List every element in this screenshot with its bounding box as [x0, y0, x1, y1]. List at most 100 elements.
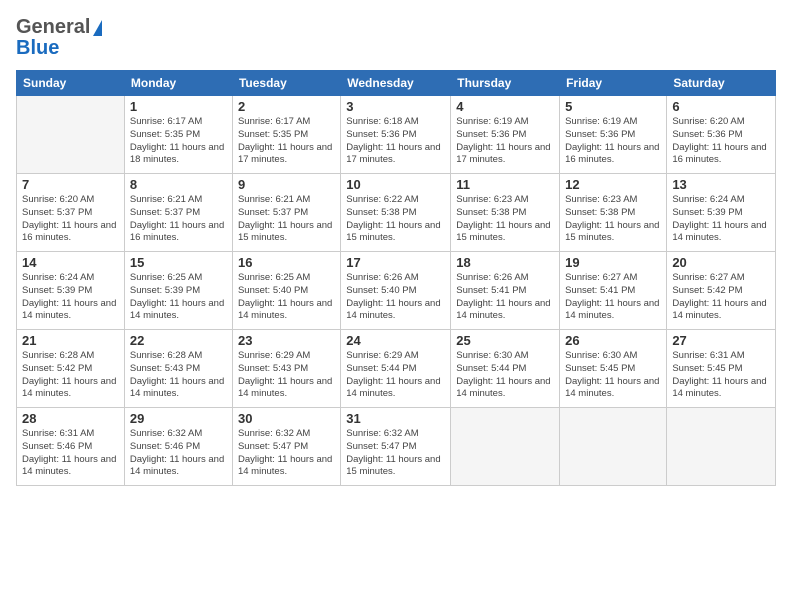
day-number: 22: [130, 333, 227, 348]
week-row-3: 14 Sunrise: 6:24 AM Sunset: 5:39 PM Dayli…: [17, 252, 776, 330]
day-info: Sunrise: 6:30 AM Sunset: 5:45 PM Dayligh…: [565, 350, 661, 401]
calendar-cell: 23Sunrise: 6:29 AM Sunset: 5:43 PM Dayli…: [232, 330, 340, 408]
day-info: Sunrise: 6:27 AM Sunset: 5:42 PM Dayligh…: [672, 272, 770, 323]
day-number: 23: [238, 333, 335, 348]
day-info: Sunrise: 6:24 AM Sunset: 5:39 PM Dayligh…: [22, 272, 119, 323]
day-info: Sunrise: 6:21 AM Sunset: 5:37 PM Dayligh…: [130, 194, 227, 245]
weekday-header-tuesday: Tuesday: [232, 71, 340, 96]
calendar-cell: 10 Sunrise: 6:22 AM Sunset: 5:38 PM Dayli…: [341, 174, 451, 252]
week-row-2: 7Sunrise: 6:20 AM Sunset: 5:37 PM Daylig…: [17, 174, 776, 252]
day-info: Sunrise: 6:25 AM Sunset: 5:40 PM Dayligh…: [238, 272, 335, 323]
day-info: Sunrise: 6:21 AM Sunset: 5:37 PM Dayligh…: [238, 194, 335, 245]
day-number: 2: [238, 99, 335, 114]
calendar-cell: 9 Sunrise: 6:21 AM Sunset: 5:37 PM Daylig…: [232, 174, 340, 252]
day-info: Sunrise: 6:32 AM Sunset: 5:46 PM Dayligh…: [130, 428, 227, 479]
calendar-cell: [451, 408, 560, 486]
day-number: 25: [456, 333, 554, 348]
header: General Blue: [16, 16, 776, 60]
calendar-cell: 5Sunrise: 6:19 AM Sunset: 5:36 PM Daylig…: [560, 96, 667, 174]
day-info: Sunrise: 6:32 AM Sunset: 5:47 PM Dayligh…: [346, 428, 445, 479]
calendar-cell: [667, 408, 776, 486]
day-info: Sunrise: 6:31 AM Sunset: 5:46 PM Dayligh…: [22, 428, 119, 479]
day-number: 10: [346, 177, 445, 192]
day-info: Sunrise: 6:25 AM Sunset: 5:39 PM Dayligh…: [130, 272, 227, 323]
logo-general-text: General: [16, 16, 90, 39]
day-number: 21: [22, 333, 119, 348]
day-number: 6: [672, 99, 770, 114]
day-info: Sunrise: 6:32 AM Sunset: 5:47 PM Dayligh…: [238, 428, 335, 479]
calendar-cell: 27 Sunrise: 6:31 AM Sunset: 5:45 PM Dayli…: [667, 330, 776, 408]
day-number: 31: [346, 411, 445, 426]
day-number: 16: [238, 255, 335, 270]
day-number: 17: [346, 255, 445, 270]
calendar-cell: 28Sunrise: 6:31 AM Sunset: 5:46 PM Dayli…: [17, 408, 125, 486]
day-number: 8: [130, 177, 227, 192]
calendar-cell: 26 Sunrise: 6:30 AM Sunset: 5:45 PM Dayli…: [560, 330, 667, 408]
week-row-5: 28Sunrise: 6:31 AM Sunset: 5:46 PM Dayli…: [17, 408, 776, 486]
calendar-cell: 11Sunrise: 6:23 AM Sunset: 5:38 PM Dayli…: [451, 174, 560, 252]
day-number: 18: [456, 255, 554, 270]
day-number: 3: [346, 99, 445, 114]
calendar-cell: 6 Sunrise: 6:20 AM Sunset: 5:36 PM Daylig…: [667, 96, 776, 174]
day-number: 24: [346, 333, 445, 348]
day-number: 26: [565, 333, 661, 348]
calendar-container: General Blue SundayMondayTuesdayWednesda…: [0, 0, 792, 612]
day-info: Sunrise: 6:26 AM Sunset: 5:41 PM Dayligh…: [456, 272, 554, 323]
calendar-cell: 14 Sunrise: 6:24 AM Sunset: 5:39 PM Dayli…: [17, 252, 125, 330]
calendar-cell: 16 Sunrise: 6:25 AM Sunset: 5:40 PM Dayli…: [232, 252, 340, 330]
day-info: Sunrise: 6:18 AM Sunset: 5:36 PM Dayligh…: [346, 116, 445, 167]
weekday-header-row: SundayMondayTuesdayWednesdayThursdayFrid…: [17, 71, 776, 96]
day-number: 12: [565, 177, 661, 192]
calendar-cell: 19 Sunrise: 6:27 AM Sunset: 5:41 PM Dayli…: [560, 252, 667, 330]
calendar-cell: 31 Sunrise: 6:32 AM Sunset: 5:47 PM Dayli…: [341, 408, 451, 486]
day-info: Sunrise: 6:31 AM Sunset: 5:45 PM Dayligh…: [672, 350, 770, 401]
calendar-cell: 24 Sunrise: 6:29 AM Sunset: 5:44 PM Dayli…: [341, 330, 451, 408]
calendar-cell: 1 Sunrise: 6:17 AM Sunset: 5:35 PM Daylig…: [124, 96, 232, 174]
day-info: Sunrise: 6:29 AM Sunset: 5:44 PM Dayligh…: [346, 350, 445, 401]
weekday-header-saturday: Saturday: [667, 71, 776, 96]
day-info: Sunrise: 6:26 AM Sunset: 5:40 PM Dayligh…: [346, 272, 445, 323]
calendar-cell: 8 Sunrise: 6:21 AM Sunset: 5:37 PM Daylig…: [124, 174, 232, 252]
day-number: 11: [456, 177, 554, 192]
day-info: Sunrise: 6:28 AM Sunset: 5:42 PM Dayligh…: [22, 350, 119, 401]
logo-blue-text: Blue: [16, 37, 59, 60]
logo: General Blue: [16, 16, 102, 60]
calendar-cell: 21 Sunrise: 6:28 AM Sunset: 5:42 PM Dayli…: [17, 330, 125, 408]
day-number: 19: [565, 255, 661, 270]
day-number: 15: [130, 255, 227, 270]
weekday-header-thursday: Thursday: [451, 71, 560, 96]
week-row-1: 1 Sunrise: 6:17 AM Sunset: 5:35 PM Daylig…: [17, 96, 776, 174]
calendar-cell: 30Sunrise: 6:32 AM Sunset: 5:47 PM Dayli…: [232, 408, 340, 486]
day-number: 1: [130, 99, 227, 114]
day-number: 14: [22, 255, 119, 270]
day-info: Sunrise: 6:23 AM Sunset: 5:38 PM Dayligh…: [565, 194, 661, 245]
week-row-4: 21 Sunrise: 6:28 AM Sunset: 5:42 PM Dayli…: [17, 330, 776, 408]
calendar-cell: 3 Sunrise: 6:18 AM Sunset: 5:36 PM Daylig…: [341, 96, 451, 174]
day-info: Sunrise: 6:19 AM Sunset: 5:36 PM Dayligh…: [565, 116, 661, 167]
logo-triangle-icon: [93, 20, 102, 36]
day-number: 20: [672, 255, 770, 270]
day-info: Sunrise: 6:19 AM Sunset: 5:36 PM Dayligh…: [456, 116, 554, 167]
calendar-cell: 18 Sunrise: 6:26 AM Sunset: 5:41 PM Dayli…: [451, 252, 560, 330]
day-info: Sunrise: 6:27 AM Sunset: 5:41 PM Dayligh…: [565, 272, 661, 323]
day-number: 27: [672, 333, 770, 348]
calendar-cell: 17 Sunrise: 6:26 AM Sunset: 5:40 PM Dayli…: [341, 252, 451, 330]
calendar-cell: 20 Sunrise: 6:27 AM Sunset: 5:42 PM Dayli…: [667, 252, 776, 330]
calendar-cell: 2 Sunrise: 6:17 AM Sunset: 5:35 PM Daylig…: [232, 96, 340, 174]
day-info: Sunrise: 6:22 AM Sunset: 5:38 PM Dayligh…: [346, 194, 445, 245]
calendar-cell: 22Sunrise: 6:28 AM Sunset: 5:43 PM Dayli…: [124, 330, 232, 408]
day-info: Sunrise: 6:30 AM Sunset: 5:44 PM Dayligh…: [456, 350, 554, 401]
calendar-cell: [560, 408, 667, 486]
calendar-cell: 7Sunrise: 6:20 AM Sunset: 5:37 PM Daylig…: [17, 174, 125, 252]
calendar-cell: 4Sunrise: 6:19 AM Sunset: 5:36 PM Daylig…: [451, 96, 560, 174]
day-info: Sunrise: 6:20 AM Sunset: 5:36 PM Dayligh…: [672, 116, 770, 167]
calendar-cell: 29 Sunrise: 6:32 AM Sunset: 5:46 PM Dayli…: [124, 408, 232, 486]
day-number: 29: [130, 411, 227, 426]
day-info: Sunrise: 6:17 AM Sunset: 5:35 PM Dayligh…: [130, 116, 227, 167]
day-number: 9: [238, 177, 335, 192]
weekday-header-friday: Friday: [560, 71, 667, 96]
calendar-cell: [17, 96, 125, 174]
day-info: Sunrise: 6:17 AM Sunset: 5:35 PM Dayligh…: [238, 116, 335, 167]
calendar-cell: 25 Sunrise: 6:30 AM Sunset: 5:44 PM Dayli…: [451, 330, 560, 408]
weekday-header-sunday: Sunday: [17, 71, 125, 96]
